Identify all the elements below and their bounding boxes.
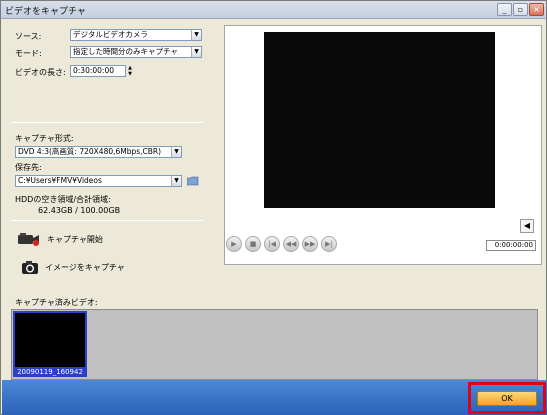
ok-button[interactable]: OK xyxy=(477,391,537,406)
bottom-bar xyxy=(2,380,547,415)
divider xyxy=(11,122,203,123)
transport-controls: ▶ ■ |◀ ◀◀ ▶▶ ▶| xyxy=(226,236,337,252)
chevron-down-icon[interactable]: ▼ xyxy=(191,30,201,40)
length-value: 0:30:00:00 xyxy=(73,66,114,75)
length-label: ビデオの長さ: xyxy=(15,68,66,77)
mode-label: モード: xyxy=(15,49,42,58)
maximize-button[interactable]: ▫ xyxy=(513,3,528,16)
capture-image-button[interactable]: イメージをキャプチャ xyxy=(21,258,125,276)
save-label: 保存先: xyxy=(15,163,42,172)
close-button[interactable]: × xyxy=(529,3,544,16)
chevron-down-icon[interactable]: ▼ xyxy=(171,176,181,186)
window-title: ビデオをキャプチャ xyxy=(5,7,86,17)
rewind-button[interactable]: ◀◀ xyxy=(283,236,299,252)
timecode-display: 0:00:00:00 xyxy=(486,240,536,251)
save-path-value: C:¥Users¥FMV¥Videos xyxy=(18,176,102,185)
hdd-value: 62.43GB / 100.00GB xyxy=(38,206,121,215)
go-to-start-button[interactable]: |◀ xyxy=(264,236,280,252)
captured-video-name: 20090119_160942 xyxy=(13,367,87,377)
title-bar: ビデオをキャプチャ _ ▫ × xyxy=(1,1,546,19)
preview-video xyxy=(264,32,495,208)
chevron-down-icon[interactable]: ▼ xyxy=(191,47,201,57)
mode-select[interactable]: 指定した時間分のみキャプチャ ▼ xyxy=(70,46,202,58)
source-value: デジタルビデオカメラ xyxy=(73,30,148,39)
volume-button[interactable]: ◀ xyxy=(520,219,534,233)
captured-videos-list xyxy=(11,309,538,380)
source-select[interactable]: デジタルビデオカメラ ▼ xyxy=(70,29,202,41)
go-to-end-button[interactable]: ▶| xyxy=(321,236,337,252)
camera-icon xyxy=(22,261,38,274)
capture-dialog: ビデオをキャプチャ _ ▫ × ソース: デジタルビデオカメラ ▼ モード: 指… xyxy=(0,0,547,415)
capture-start-button[interactable]: キャプチャ開始 xyxy=(17,230,103,248)
format-label: キャプチャ形式: xyxy=(15,134,74,143)
hdd-label: HDDの空き領域/合計領域: xyxy=(15,195,111,204)
source-label: ソース: xyxy=(15,32,42,41)
length-input[interactable]: 0:30:00:00 xyxy=(70,65,126,77)
capture-start-label: キャプチャ開始 xyxy=(47,234,103,244)
divider xyxy=(11,220,203,221)
minimize-button[interactable]: _ xyxy=(497,3,512,16)
mode-value: 指定した時間分のみキャプチャ xyxy=(73,47,178,56)
save-path-select[interactable]: C:¥Users¥FMV¥Videos ▼ xyxy=(15,175,182,187)
play-button[interactable]: ▶ xyxy=(226,236,242,252)
folder-icon[interactable] xyxy=(187,176,199,186)
stop-button[interactable]: ■ xyxy=(245,236,261,252)
format-select[interactable]: DVD 4:3(高画質: 720X480,6Mbps,CBR) ▼ xyxy=(15,146,182,158)
capture-image-label: イメージをキャプチャ xyxy=(45,262,125,272)
chevron-down-icon[interactable]: ▼ xyxy=(171,147,181,157)
fast-forward-button[interactable]: ▶▶ xyxy=(302,236,318,252)
length-spinner[interactable]: ▲ ▼ xyxy=(126,65,134,77)
video-camera-icon xyxy=(18,233,39,246)
captured-videos-label: キャプチャ済みビデオ: xyxy=(15,298,98,307)
speaker-icon: ◀ xyxy=(523,221,531,230)
format-value: DVD 4:3(高画質: 720X480,6Mbps,CBR) xyxy=(18,147,162,156)
